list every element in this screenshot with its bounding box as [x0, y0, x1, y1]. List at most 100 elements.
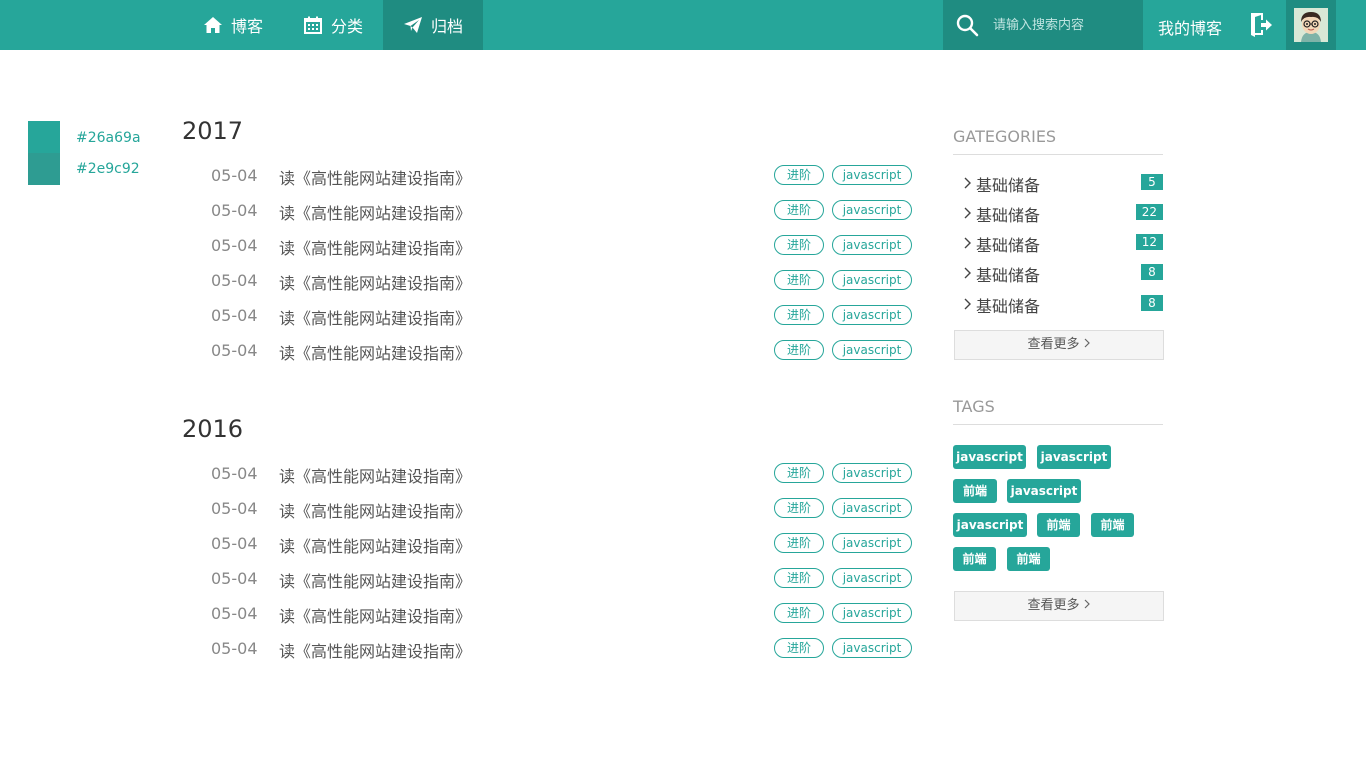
- post-tag[interactable]: 进阶: [774, 165, 824, 185]
- post-row: 05-04 读《高性能网站建设指南》 进阶 javascript: [211, 200, 912, 224]
- more-button-label: 查看更多: [1027, 598, 1080, 613]
- nav-item-label: 分类: [331, 17, 364, 36]
- year-heading: 2016: [182, 415, 244, 443]
- category-count-badge: 8: [1141, 264, 1163, 280]
- post-tag[interactable]: javascript: [832, 305, 912, 325]
- nav-item-archive[interactable]: 归档: [383, 0, 484, 50]
- tag-badge[interactable]: 前端: [1037, 513, 1080, 537]
- post-row: 05-04 读《高性能网站建设指南》 进阶 javascript: [211, 498, 912, 522]
- post-row: 05-04 读《高性能网站建设指南》 进阶 javascript: [211, 638, 912, 662]
- nav-item-category[interactable]: 分类: [283, 0, 383, 50]
- category-item[interactable]: 基础储备 12: [963, 232, 1163, 255]
- post-tag[interactable]: javascript: [832, 270, 912, 290]
- category-label: 基础储备: [976, 176, 1041, 195]
- my-blog-link[interactable]: 我的博客: [1158, 15, 1222, 39]
- post-tag[interactable]: 进阶: [774, 568, 824, 588]
- post-row: 05-04 读《高性能网站建设指南》 进阶 javascript: [211, 305, 912, 329]
- post-title-link[interactable]: 读《高性能网站建设指南》: [279, 305, 471, 329]
- swatch-label[interactable]: #2e9c92: [76, 161, 140, 177]
- post-tag[interactable]: 进阶: [774, 638, 824, 658]
- post-row: 05-04 读《高性能网站建设指南》 进阶 javascript: [211, 165, 912, 189]
- post-date: 05-04: [211, 271, 258, 290]
- category-count-badge: 8: [1141, 295, 1163, 311]
- post-tag[interactable]: javascript: [832, 603, 912, 623]
- category-item[interactable]: 基础储备 8: [963, 262, 1163, 285]
- category-item[interactable]: 基础储备 5: [963, 172, 1163, 195]
- post-title-link[interactable]: 读《高性能网站建设指南》: [279, 463, 471, 487]
- post-title-link[interactable]: 读《高性能网站建设指南》: [279, 638, 471, 662]
- post-title-link[interactable]: 读《高性能网站建设指南》: [279, 235, 471, 259]
- post-row: 05-04 读《高性能网站建设指南》 进阶 javascript: [211, 463, 912, 487]
- post-tag[interactable]: 进阶: [774, 200, 824, 220]
- post-tag[interactable]: 进阶: [774, 533, 824, 553]
- color-swatch-primary[interactable]: [28, 121, 60, 153]
- post-tag[interactable]: javascript: [832, 498, 912, 518]
- top-navbar: 博客 分类 归档 请输入搜索内容 我的博客: [0, 0, 1366, 50]
- post-tag[interactable]: javascript: [832, 533, 912, 553]
- nav-item-label: 归档: [431, 17, 464, 36]
- post-title-link[interactable]: 读《高性能网站建设指南》: [279, 165, 471, 189]
- chevron-right-icon: [963, 266, 973, 280]
- post-tag[interactable]: 进阶: [774, 305, 824, 325]
- search-input[interactable]: [993, 11, 1133, 39]
- post-date: 05-04: [211, 569, 258, 588]
- tag-badge[interactable]: javascript: [953, 513, 1027, 537]
- post-title-link[interactable]: 读《高性能网站建设指南》: [279, 498, 471, 522]
- post-tag[interactable]: javascript: [832, 235, 912, 255]
- post-tag[interactable]: 进阶: [774, 235, 824, 255]
- category-count-badge: 5: [1141, 174, 1163, 190]
- post-date: 05-04: [211, 341, 258, 360]
- post-title-link[interactable]: 读《高性能网站建设指南》: [279, 603, 471, 627]
- post-tag[interactable]: 进阶: [774, 463, 824, 483]
- post-date: 05-04: [211, 166, 258, 185]
- logout-icon[interactable]: [1249, 12, 1273, 38]
- tag-badge[interactable]: 前端: [1091, 513, 1134, 537]
- color-swatch-secondary[interactable]: [28, 153, 60, 185]
- post-tag[interactable]: javascript: [832, 340, 912, 360]
- post-row: 05-04 读《高性能网站建设指南》 进阶 javascript: [211, 533, 912, 557]
- home-icon: [203, 15, 223, 35]
- tag-badge[interactable]: javascript: [1007, 479, 1081, 503]
- avatar: [1294, 8, 1328, 42]
- post-title-link[interactable]: 读《高性能网站建设指南》: [279, 270, 471, 294]
- nav-item-blog[interactable]: 博客: [183, 0, 283, 50]
- post-title-link[interactable]: 读《高性能网站建设指南》: [279, 200, 471, 224]
- post-row: 05-04 读《高性能网站建设指南》 进阶 javascript: [211, 568, 912, 592]
- chevron-right-icon: [1083, 338, 1091, 348]
- tags-heading: TAGS: [953, 397, 1163, 425]
- calendar-icon: [303, 15, 323, 35]
- tags-more-button[interactable]: 查看更多: [954, 591, 1164, 621]
- tag-badge[interactable]: 前端: [953, 479, 997, 503]
- post-title-link[interactable]: 读《高性能网站建设指南》: [279, 533, 471, 557]
- swatch-label[interactable]: #26a69a: [76, 130, 141, 146]
- nav-item-label: 博客: [231, 17, 264, 36]
- post-row: 05-04 读《高性能网站建设指南》 进阶 javascript: [211, 270, 912, 294]
- post-date: 05-04: [211, 534, 258, 553]
- search-box: [943, 0, 1143, 50]
- more-button-label: 查看更多: [1027, 337, 1080, 352]
- tag-badge[interactable]: javascript: [953, 445, 1026, 469]
- post-tag[interactable]: javascript: [832, 638, 912, 658]
- category-item[interactable]: 基础储备 8: [963, 293, 1163, 316]
- post-date: 05-04: [211, 639, 258, 658]
- category-item[interactable]: 基础储备 22: [963, 202, 1163, 225]
- post-tag[interactable]: 进阶: [774, 603, 824, 623]
- categories-more-button[interactable]: 查看更多: [954, 330, 1164, 360]
- post-tag[interactable]: 进阶: [774, 498, 824, 518]
- main-nav: 博客 分类 归档: [183, 0, 484, 50]
- post-row: 05-04 读《高性能网站建设指南》 进阶 javascript: [211, 235, 912, 259]
- post-tag[interactable]: javascript: [832, 200, 912, 220]
- post-tag[interactable]: javascript: [832, 568, 912, 588]
- search-icon[interactable]: [955, 13, 979, 37]
- post-title-link[interactable]: 读《高性能网站建设指南》: [279, 568, 471, 592]
- post-tag[interactable]: 进阶: [774, 340, 824, 360]
- tag-badge[interactable]: 前端: [1007, 547, 1050, 571]
- post-title-link[interactable]: 读《高性能网站建设指南》: [279, 340, 471, 364]
- post-tag[interactable]: javascript: [832, 165, 912, 185]
- year-heading: 2017: [182, 117, 244, 145]
- post-tag[interactable]: javascript: [832, 463, 912, 483]
- tag-badge[interactable]: 前端: [953, 547, 996, 571]
- avatar-button[interactable]: [1286, 0, 1336, 50]
- tag-badge[interactable]: javascript: [1037, 445, 1111, 469]
- post-tag[interactable]: 进阶: [774, 270, 824, 290]
